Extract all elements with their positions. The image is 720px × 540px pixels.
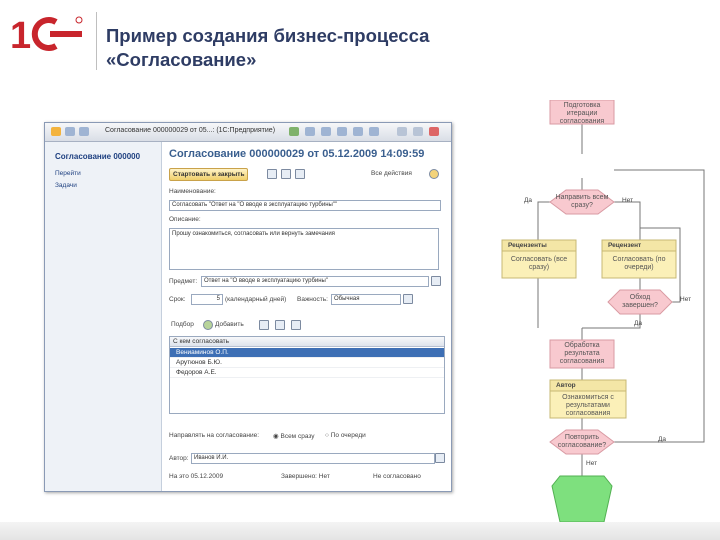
send-mode-label: Направлять на согласование: bbox=[169, 432, 260, 439]
svg-text:1: 1 bbox=[10, 15, 31, 54]
node-author-task: Ознакомиться с результатами согласования bbox=[562, 394, 614, 417]
move-up-icon[interactable] bbox=[275, 320, 285, 330]
radio-sequential[interactable]: ○ По очереди bbox=[325, 432, 366, 439]
node-author-title: Автор bbox=[556, 382, 576, 389]
sidebar-title: Согласование 000000 bbox=[55, 152, 141, 161]
process-flowchart: Подготовка итерации согласования Направи… bbox=[496, 100, 716, 522]
subject-field[interactable]: Ответ на "О вводе в эксплуатацию турбины… bbox=[201, 276, 429, 287]
process-window: Согласование 000000029 от 05...: (1С:Пре… bbox=[44, 122, 452, 492]
node-reviewers-title: Рецензенты bbox=[508, 242, 547, 249]
status-finished: Завершено: Нет bbox=[281, 473, 330, 480]
all-actions-menu[interactable]: Все действия bbox=[371, 170, 412, 177]
start-icon[interactable] bbox=[281, 169, 291, 179]
importance-label: Важность: bbox=[297, 296, 328, 303]
help-icon[interactable] bbox=[429, 169, 439, 179]
label-no: Нет bbox=[622, 197, 634, 204]
description-field[interactable]: Прошу ознакомиться, согласовать или верн… bbox=[169, 228, 439, 270]
toolbar-icon[interactable] bbox=[305, 127, 315, 136]
node-reviewers-task: Согласовать (все сразу) bbox=[510, 256, 568, 271]
radio-sequential-label: По очереди bbox=[330, 432, 366, 439]
slide-title: Пример создания бизнес-процесса «Согласо… bbox=[106, 24, 429, 72]
table-row[interactable]: Федоров А.Е. bbox=[170, 368, 444, 378]
toolbar-icon[interactable] bbox=[337, 127, 347, 136]
pick-button[interactable]: Подбор bbox=[171, 321, 194, 328]
label-yes: Да bbox=[524, 197, 533, 204]
status-state: Не согласовано bbox=[373, 473, 421, 480]
toolbar-icon[interactable] bbox=[321, 127, 331, 136]
window-title: Согласование 000000029 от 05...: (1С:Пре… bbox=[105, 127, 276, 134]
sidebar-item-tasks[interactable]: Задачи bbox=[55, 182, 77, 189]
node-prepare: Подготовка итерации согласования bbox=[559, 102, 605, 125]
slide-title-line1: Пример создания бизнес-процесса bbox=[106, 25, 430, 46]
name-field[interactable]: Согласовать "Ответ на "О вводе в эксплуа… bbox=[169, 200, 441, 211]
term-label: Срок: bbox=[169, 296, 186, 303]
forward-icon[interactable] bbox=[79, 127, 89, 136]
save-icon[interactable] bbox=[267, 169, 277, 179]
sidebar-item-goto[interactable]: Перейти bbox=[55, 170, 81, 177]
radio-all-label: Всем сразу bbox=[280, 433, 315, 440]
name-label: Наименование: bbox=[169, 188, 216, 195]
slide-title-line2: «Согласование» bbox=[106, 49, 257, 70]
reviewers-table: С кем согласовать Вениаминов О.П. Арутюн… bbox=[169, 336, 445, 414]
node-process: Обработка результата согласования bbox=[559, 342, 605, 365]
dropdown-icon[interactable] bbox=[403, 294, 413, 304]
table-row[interactable]: Вениаминов О.П. bbox=[170, 348, 444, 358]
table-header: С кем согласовать bbox=[170, 337, 444, 347]
stop-icon[interactable] bbox=[295, 169, 305, 179]
clear-icon[interactable] bbox=[431, 276, 441, 286]
window-titlebar: Согласование 000000029 от 05...: (1С:Пре… bbox=[45, 123, 451, 142]
add-icon[interactable] bbox=[203, 320, 213, 330]
toolbar-icon[interactable] bbox=[353, 127, 363, 136]
label-no: Нет bbox=[680, 296, 692, 303]
author-field[interactable]: Иванов И.И. bbox=[191, 453, 435, 464]
bottom-strip bbox=[0, 522, 720, 540]
start-close-button[interactable]: Стартовать и закрыть bbox=[169, 168, 249, 181]
subject-label: Предмет: bbox=[169, 278, 198, 285]
label-yes: Да bbox=[658, 436, 667, 443]
term-field[interactable]: 5 bbox=[191, 294, 223, 305]
author-label: Автор: bbox=[169, 455, 189, 462]
status-started: На это 05.12.2009 bbox=[169, 473, 224, 480]
node-reviewer-title: Рецензент bbox=[608, 242, 642, 249]
term-unit: (календарный дней) bbox=[225, 296, 287, 303]
clear-icon[interactable] bbox=[435, 453, 445, 463]
label-yes: Да bbox=[634, 320, 643, 327]
toolbar-icon[interactable] bbox=[289, 127, 299, 136]
title-divider bbox=[96, 12, 97, 70]
main-form: Согласование 000000029 от 05.12.2009 14:… bbox=[163, 142, 451, 491]
delete-icon[interactable] bbox=[259, 320, 269, 330]
add-button[interactable]: Добавить bbox=[215, 321, 244, 328]
close-icon[interactable] bbox=[429, 127, 439, 136]
document-title: Согласование 000000029 от 05.12.2009 14:… bbox=[169, 148, 425, 160]
maximize-icon[interactable] bbox=[413, 127, 423, 136]
app-icon bbox=[51, 127, 61, 136]
sidebar: Согласование 000000 Перейти Задачи bbox=[45, 142, 162, 491]
table-row[interactable]: Арутюнов Б.Ю. bbox=[170, 358, 444, 368]
back-icon[interactable] bbox=[65, 127, 75, 136]
importance-select[interactable]: Обычная bbox=[331, 294, 401, 305]
flowchart-lines bbox=[501, 100, 705, 522]
radio-all[interactable]: ◉ Всем сразу bbox=[273, 432, 315, 440]
move-down-icon[interactable] bbox=[291, 320, 301, 330]
description-label: Описание: bbox=[169, 216, 201, 223]
node-loop: Обход завершен? bbox=[622, 294, 658, 309]
label-no: Нет bbox=[586, 460, 598, 467]
node-send-all: Направить всем сразу? bbox=[555, 194, 609, 209]
node-reviewer-task: Согласовать (по очереди) bbox=[612, 256, 666, 271]
toolbar-icon[interactable] bbox=[369, 127, 379, 136]
1c-logo-icon: 1 bbox=[10, 15, 83, 54]
minimize-icon[interactable] bbox=[397, 127, 407, 136]
node-repeat: Повторить согласование? bbox=[557, 434, 607, 449]
